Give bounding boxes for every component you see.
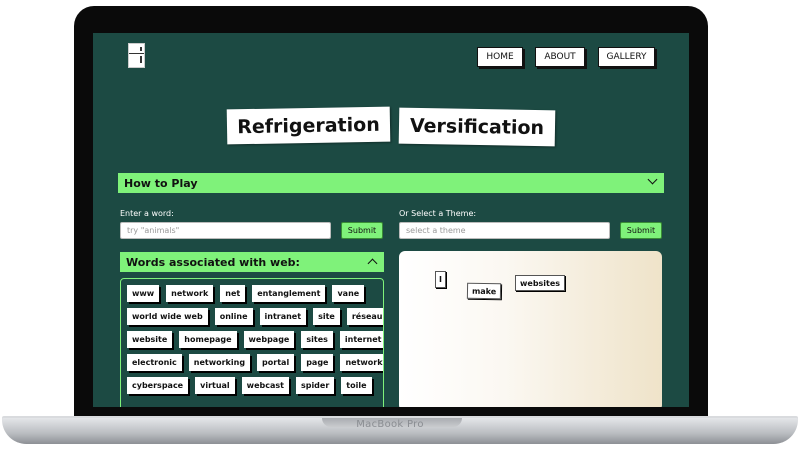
app-screen: HOME ABOUT GALLERY Refrigeration Versifi…	[93, 33, 689, 407]
word-chip[interactable]: networking	[188, 354, 251, 371]
title-word-versification: Versification	[398, 107, 556, 147]
word-chip[interactable]: webcast	[241, 377, 289, 394]
word-chip[interactable]: portal	[257, 354, 295, 371]
word-chip[interactable]: spider	[295, 377, 335, 394]
enter-word-label: Enter a word:	[120, 209, 174, 218]
word-row: cyberspace virtual webcast spider toile	[127, 377, 377, 394]
word-input[interactable]	[120, 222, 331, 239]
word-chip[interactable]: electronic	[127, 354, 182, 371]
word-chip[interactable]: homepage	[179, 331, 237, 348]
word-chip[interactable]: webpage	[243, 331, 295, 348]
magnet-word[interactable]: I	[435, 271, 446, 288]
word-chip[interactable]: cyberspace	[127, 377, 189, 394]
word-row: world wide web online intranet site réseau	[127, 308, 383, 325]
title-word-refrigeration: Refrigeration	[226, 106, 391, 145]
nav-about-button[interactable]: ABOUT	[535, 47, 585, 67]
word-chip[interactable]: intranet	[259, 308, 307, 325]
word-chip[interactable]: networks	[340, 354, 383, 371]
word-row: website homepage webpage sites internet	[127, 331, 383, 348]
magnet-word[interactable]: make	[466, 282, 502, 300]
fridge-icon[interactable]	[128, 43, 145, 68]
word-chip[interactable]: entanglement	[252, 285, 326, 302]
nav-gallery-button[interactable]: GALLERY	[598, 47, 655, 67]
word-row: www network net entanglement vane	[127, 285, 377, 302]
word-chip[interactable]: sites	[301, 331, 333, 348]
word-chip[interactable]: net	[220, 285, 246, 302]
word-chip[interactable]: network	[166, 285, 214, 302]
fridge-board[interactable]: I make websites	[399, 251, 662, 407]
word-chip[interactable]: réseau	[346, 308, 383, 325]
word-list: www network net entanglement vane world wide …	[127, 285, 383, 394]
word-chip[interactable]: website	[127, 331, 173, 348]
word-chip[interactable]: world wide web	[127, 308, 208, 325]
word-chip[interactable]: virtual	[195, 377, 235, 394]
word-chip[interactable]: toile	[341, 377, 372, 394]
word-chip[interactable]: vane	[332, 285, 365, 302]
word-row: electronic networking portal page networks	[127, 354, 383, 371]
word-chip[interactable]: online	[214, 308, 253, 325]
theme-label: Or Select a Theme:	[399, 209, 477, 218]
word-chip[interactable]: www	[127, 285, 160, 302]
nav-home-button[interactable]: HOME	[477, 47, 523, 67]
magnet-word[interactable]: websites	[515, 275, 566, 291]
words-panel-toggle[interactable]: Words associated with web:	[120, 252, 384, 272]
word-chip[interactable]: internet	[339, 331, 383, 348]
how-to-play-label: How to Play	[124, 176, 198, 190]
theme-select[interactable]	[399, 222, 610, 239]
word-chip[interactable]: page	[301, 354, 334, 371]
chevron-up-icon	[367, 258, 378, 269]
laptop-model-label: MacBook Pro	[356, 419, 424, 430]
words-panel-title: Words associated with web:	[126, 255, 300, 269]
word-chip[interactable]: site	[313, 308, 340, 325]
how-to-play-toggle[interactable]: How to Play	[118, 173, 664, 193]
chevron-down-icon	[647, 174, 658, 185]
word-submit-button[interactable]: Submit	[341, 222, 383, 239]
theme-submit-button[interactable]: Submit	[620, 222, 662, 239]
words-panel: www network net entanglement vane world wide …	[120, 278, 384, 407]
